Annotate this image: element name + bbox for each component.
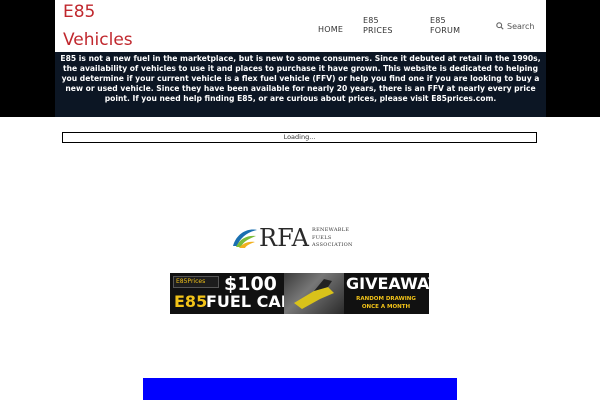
fuel-card-giveaway-ad[interactable]: E85Prices $100 E85 FUEL CARD GIVEAWAY RA… <box>170 273 429 314</box>
right-dark-margin <box>546 0 600 117</box>
rfa-logo-link[interactable]: RFA RENEWABLE FUELS ASSOCIATION <box>231 224 363 254</box>
search-button[interactable]: Search <box>496 20 534 32</box>
nav-e85-forum-link[interactable]: E85 FORUM <box>430 16 460 36</box>
nav-forum-line1: E85 <box>430 16 446 25</box>
nav-home-link[interactable]: HOME <box>318 25 343 35</box>
search-label: Search <box>507 21 535 31</box>
ad-fuel-pump-image <box>284 273 344 314</box>
ad-drawing-text: RANDOM DRAWING ONCE A MONTH <box>346 295 426 311</box>
site-logo-line2[interactable]: Vehicles <box>63 30 133 50</box>
left-dark-margin <box>0 0 55 117</box>
rfa-leaf-icon <box>233 229 257 248</box>
nav-prices-line2: PRICES <box>363 26 393 35</box>
intro-banner: E85 is not a new fuel in the marketplace… <box>55 52 546 117</box>
intro-text: E85 is not a new fuel in the marketplace… <box>60 54 541 103</box>
ad-brand-logo: E85Prices <box>173 276 219 288</box>
rfa-fullname: RENEWABLE FUELS ASSOCIATION <box>312 227 353 250</box>
site-logo-line1[interactable]: E85 <box>63 2 95 22</box>
fuel-nozzle-icon <box>294 279 334 309</box>
ad-drawing-line2: ONCE A MONTH <box>361 304 411 310</box>
nav-home-label: HOME <box>318 25 344 34</box>
rfa-line1: RENEWABLE <box>312 227 350 233</box>
search-icon <box>496 22 504 30</box>
blue-ad-block[interactable] <box>143 378 457 400</box>
rfa-line3: ASSOCIATION <box>312 242 353 248</box>
rfa-abbr: RFA <box>259 224 309 252</box>
nav-forum-line2: FORUM <box>430 26 461 35</box>
loading-widget: Loading... <box>62 132 537 143</box>
rfa-line2: FUELS <box>312 234 332 241</box>
site-header: E85 Vehicles HOME E85 PRICES E85 FORUM S… <box>55 0 546 52</box>
nav-e85-prices-link[interactable]: E85 PRICES <box>363 16 393 36</box>
loading-text: Loading... <box>283 133 316 141</box>
ad-giveaway-label: GIVEAWAY <box>346 274 429 293</box>
ad-drawing-line1: RANDOM DRAWING <box>356 296 416 302</box>
ad-e85-label: E85 <box>174 292 208 311</box>
nav-prices-line1: E85 <box>363 16 379 25</box>
